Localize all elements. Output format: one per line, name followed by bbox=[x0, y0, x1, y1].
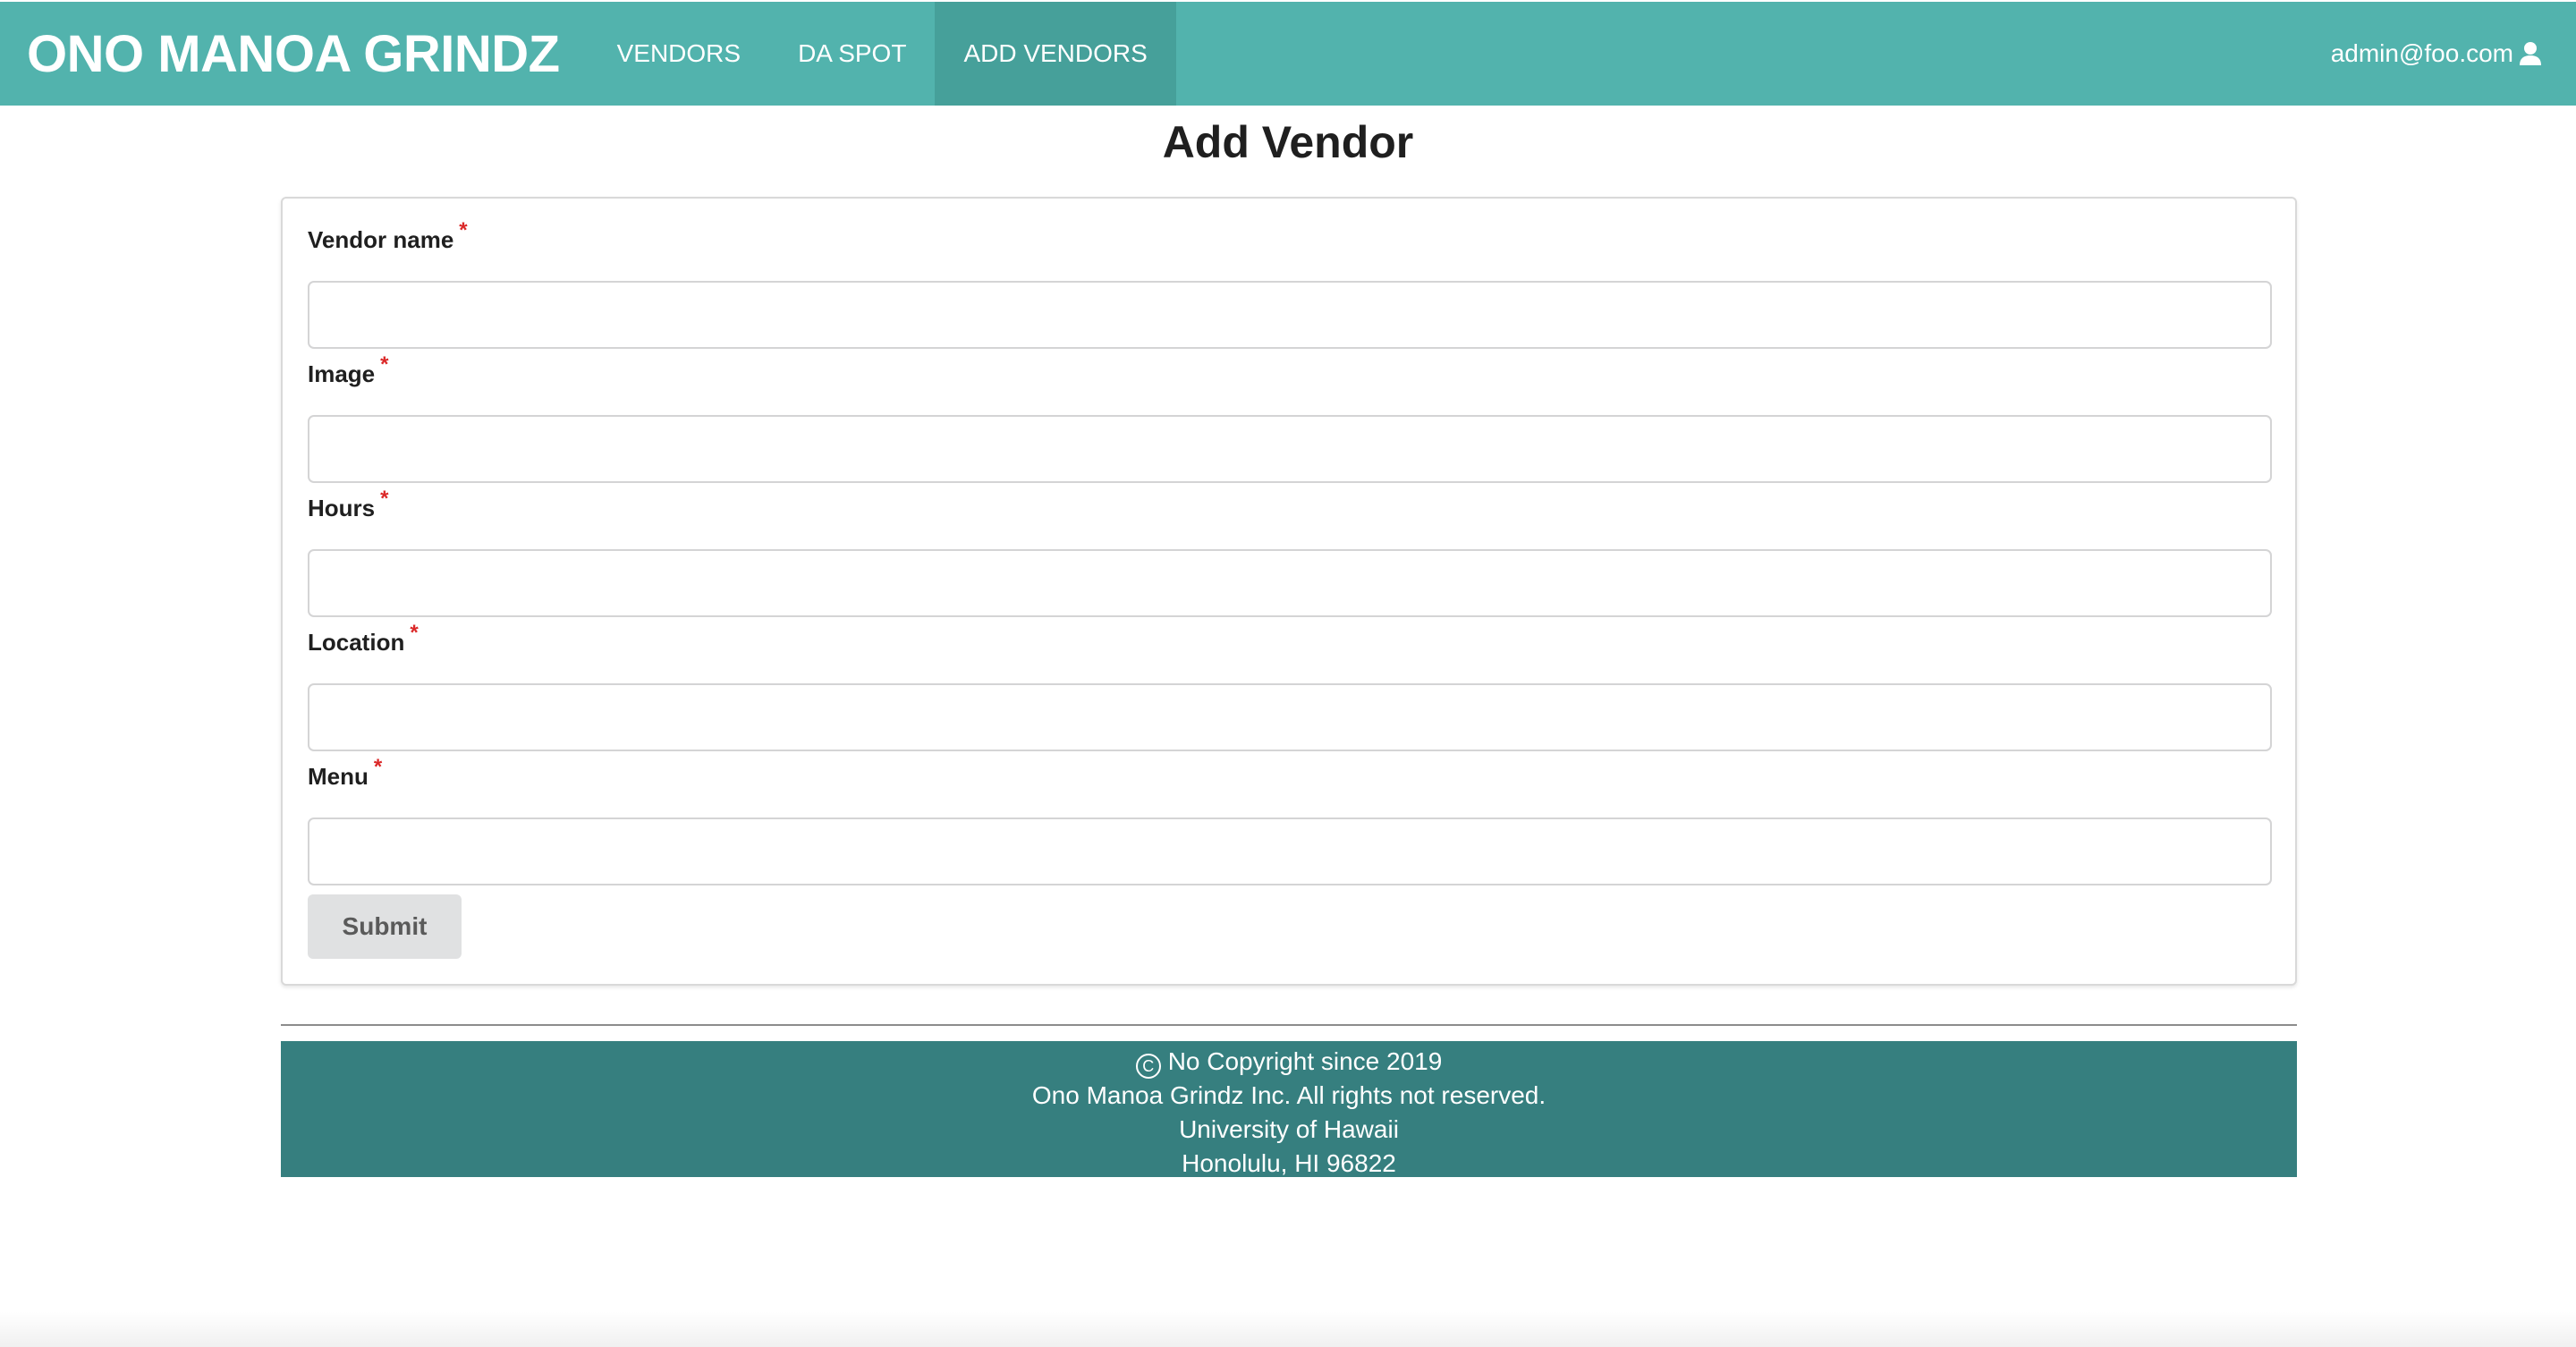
copyright-icon: C bbox=[1135, 1054, 1161, 1079]
nav-item-vendors[interactable]: VENDORS bbox=[589, 2, 769, 106]
field-menu: Menu * bbox=[308, 755, 2272, 885]
footer-address-line: Honolulu, HI 96822 bbox=[1182, 1149, 1396, 1177]
footer-company-line: Ono Manoa Grindz Inc. All rights not res… bbox=[1031, 1081, 1546, 1109]
footer-copyright-line: C No Copyright since 2019 bbox=[281, 1045, 2297, 1079]
field-vendor-name: Vendor name * bbox=[308, 218, 2272, 349]
location-label: Location * bbox=[308, 621, 419, 656]
menu-label: Menu * bbox=[308, 755, 383, 790]
image-label: Image * bbox=[308, 352, 389, 387]
nav-item-add-vendors[interactable]: ADD VENDORS bbox=[935, 2, 1176, 106]
field-location: Location * bbox=[308, 621, 2272, 751]
nav-item-da-spot[interactable]: DA SPOT bbox=[769, 2, 935, 106]
submit-button[interactable]: Submit bbox=[308, 894, 462, 959]
required-marker: * bbox=[380, 487, 389, 511]
hours-input[interactable] bbox=[308, 549, 2272, 617]
footer: C No Copyright since 2019 Ono Manoa Grind… bbox=[281, 1041, 2297, 1177]
brand-logo-text[interactable]: ONO MANOA GRINDZ bbox=[0, 2, 589, 106]
user-email: admin@foo.com bbox=[2330, 39, 2513, 67]
window-bottom-shadow bbox=[0, 1311, 2576, 1347]
field-image: Image * bbox=[308, 352, 2272, 483]
location-input[interactable] bbox=[308, 683, 2272, 751]
required-marker: * bbox=[380, 352, 389, 377]
footer-divider bbox=[281, 1024, 2297, 1026]
required-marker: * bbox=[373, 755, 383, 779]
top-navbar: ONO MANOA GRINDZ VENDORS DA SPOT ADD VEN… bbox=[0, 2, 2576, 106]
user-icon bbox=[2520, 42, 2541, 65]
menu-input[interactable] bbox=[308, 818, 2272, 885]
field-hours: Hours * bbox=[308, 487, 2272, 617]
add-vendor-form: Vendor name * Image * Hours * Location * Men… bbox=[281, 197, 2297, 986]
hours-label: Hours * bbox=[308, 487, 389, 521]
user-menu-dropdown[interactable]: admin@foo.com bbox=[2331, 2, 2576, 106]
image-input[interactable] bbox=[308, 415, 2272, 483]
vendor-name-input[interactable] bbox=[308, 281, 2272, 349]
page-title: Add Vendor bbox=[1162, 117, 1414, 167]
vendor-name-label: Vendor name * bbox=[308, 218, 468, 253]
required-marker: * bbox=[459, 218, 468, 242]
required-marker: * bbox=[410, 621, 419, 645]
footer-university-line: University of Hawaii bbox=[1179, 1115, 1399, 1143]
